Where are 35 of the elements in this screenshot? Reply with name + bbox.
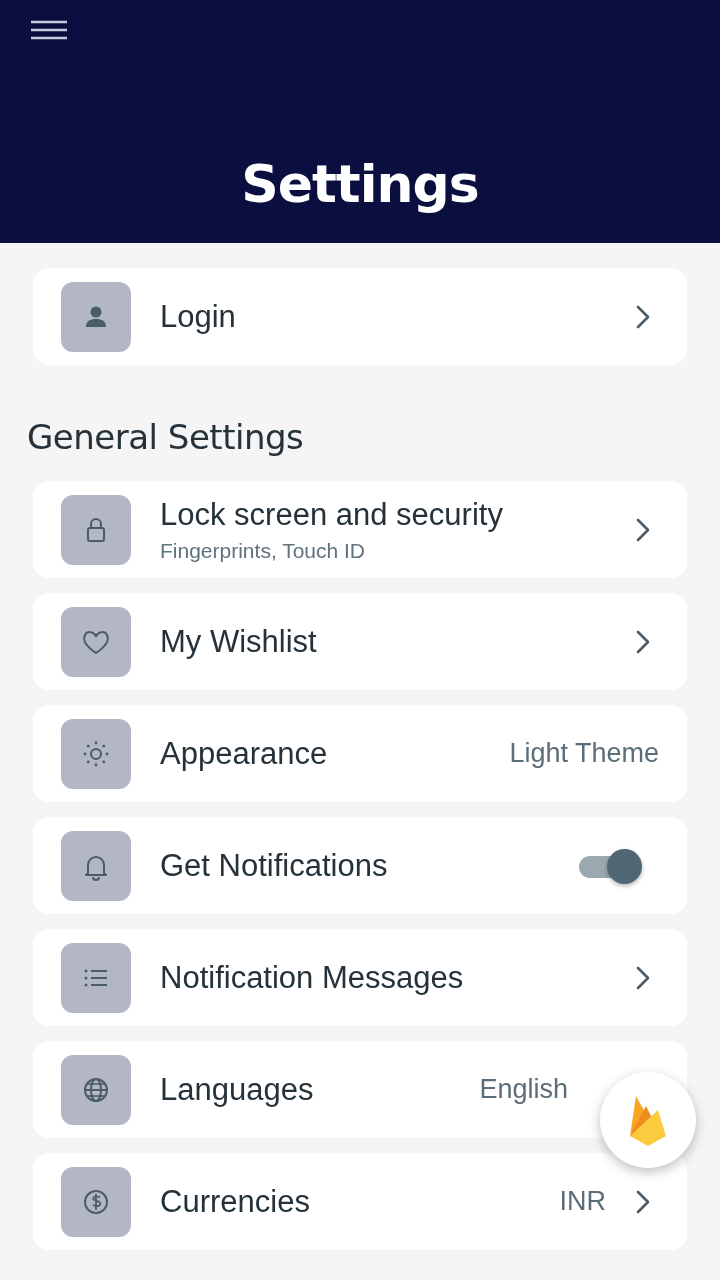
chevron-right-icon (635, 964, 651, 991)
chevron-right-icon (635, 1188, 651, 1215)
login-row[interactable]: Login (33, 268, 687, 365)
chevron-right-icon (635, 303, 651, 330)
setting-value: Light Theme (509, 738, 659, 769)
list-icon (61, 942, 131, 1013)
setting-label: My Wishlist (160, 623, 318, 660)
setting-label: Login (160, 298, 237, 335)
settings-row[interactable]: Appearance Light Theme (33, 705, 687, 802)
setting-value: English (479, 1074, 568, 1105)
settings-row[interactable]: My Wishlist (33, 593, 687, 690)
globe-icon (61, 1054, 131, 1125)
user-icon (61, 281, 131, 352)
setting-value: INR (559, 1186, 606, 1217)
setting-label: Appearance (160, 735, 329, 772)
lock-icon (61, 494, 131, 565)
settings-row[interactable]: Notification Messages (33, 929, 687, 1026)
sun-icon (61, 718, 131, 789)
setting-label: Notification Messages (160, 959, 465, 996)
notifications-toggle[interactable] (579, 847, 643, 884)
setting-label: Get Notifications (160, 847, 389, 884)
setting-label: Currencies (160, 1183, 311, 1220)
setting-subtitle: Fingerprints, Touch ID (160, 538, 367, 563)
setting-label: Lock screen and security (160, 496, 504, 533)
menu-icon[interactable] (30, 20, 68, 40)
dollar-icon (61, 1166, 131, 1237)
settings-row[interactable]: Get Notifications (33, 817, 687, 914)
section-heading: General Settings (27, 420, 305, 454)
settings-row[interactable]: Currencies INR (33, 1153, 687, 1250)
bell-icon (61, 830, 131, 901)
settings-row[interactable]: Languages English (33, 1041, 687, 1138)
settings-row[interactable]: Lock screen and security Fingerprints, Touch ID (33, 481, 687, 578)
chevron-right-icon (635, 628, 651, 655)
chevron-right-icon (635, 516, 651, 543)
setting-label: Languages (160, 1071, 315, 1108)
